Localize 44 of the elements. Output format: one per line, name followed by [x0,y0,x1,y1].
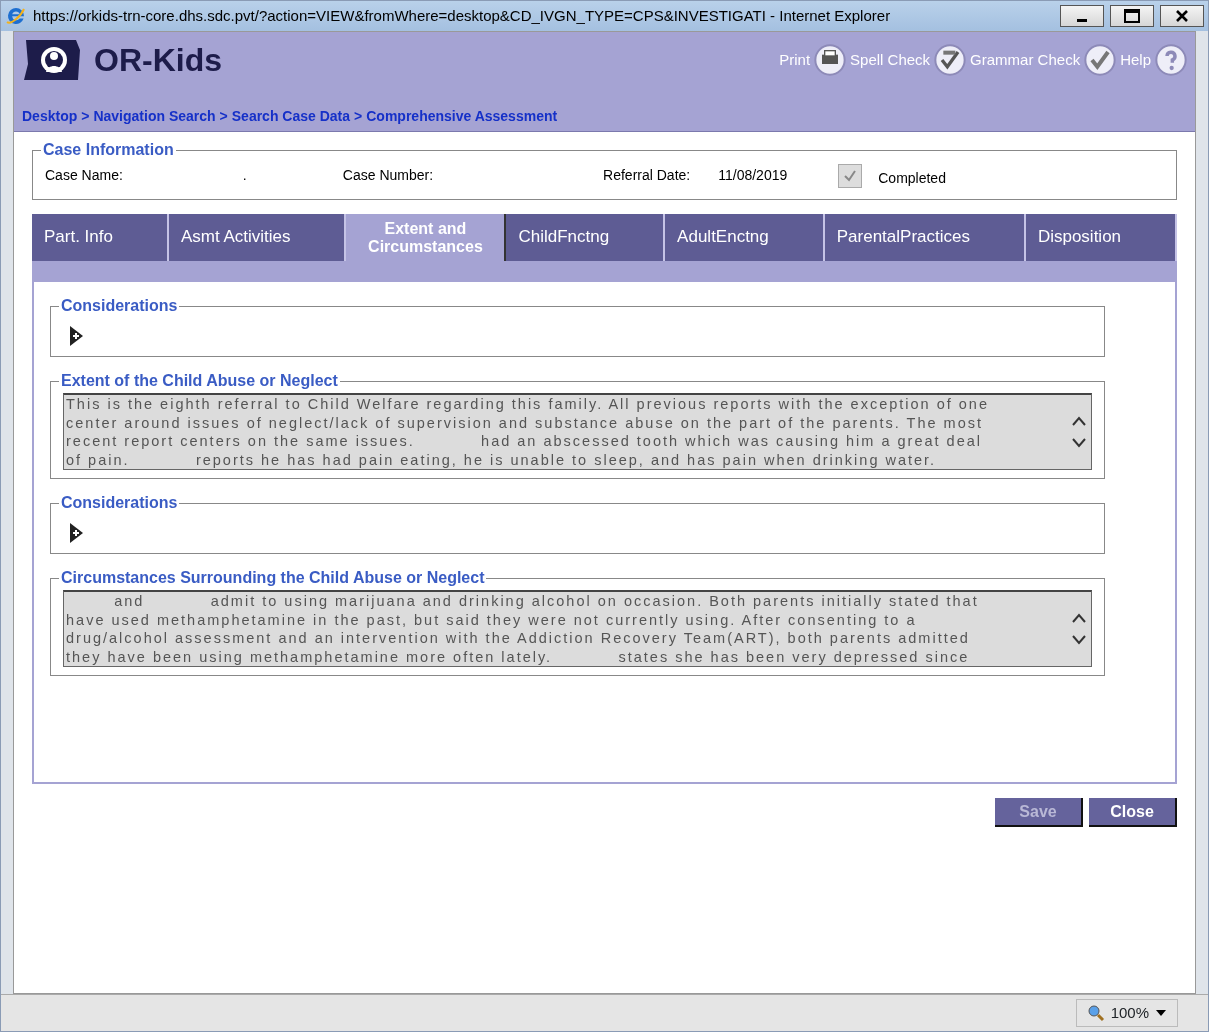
breadcrumb-link[interactable]: Navigation Search [93,106,216,127]
checkmark-icon [1084,44,1117,76]
breadcrumb-link[interactable]: Search Case Data [231,106,351,127]
field-label: Case Name: [45,166,123,185]
section-legend: Considerations [59,495,180,511]
browser-icon [5,5,27,27]
minimize-icon [1077,18,1087,22]
close-button[interactable] [1160,5,1204,27]
breadcrumb-link[interactable]: Comprehensive Assessment [366,106,558,127]
breadcrumb-separator: > [354,107,363,126]
field-value: 11/08/2019 [718,166,789,185]
scroll-up-icon[interactable] [1071,416,1087,426]
section-legend: Extent of the Child Abuse or Neglect [59,373,340,389]
help-icon [1155,44,1187,76]
expand-icon[interactable] [67,521,85,545]
section-legend: Case Information [41,142,176,158]
text-area[interactable]: and admit to using marijuana and drinking alcohol on occasion. Both parents initially stated that have used methamphetamine in the past, but said they were not currently using. After consenting to a drug/alcohol assessment and an intervention with the Addiction Recovery Team(ART), both parents admitted they have been using methamphetamine more often lately. states she has been very depressed since [63,590,1092,667]
maximize-button[interactable] [1110,5,1154,27]
dropdown-icon [1155,1009,1167,1017]
breadcrumb-separator: > [219,107,228,126]
window-title: https://orkids-trn-core.dhs.sdc.pvt/?action=VIEW&fromWhere=desktop&CD_IVGN_TYPE=CPS&INVESTIGATI - Internet Explorer [33,5,892,26]
field-value: . [242,166,248,185]
checkbox[interactable] [838,163,863,188]
scroll-down-icon[interactable] [1071,635,1087,645]
section-legend: Circumstances Surrounding the Child Abuse or Neglect [59,570,487,586]
checkbox-label: Completed [878,169,946,188]
field-label: Case Number: [342,166,434,185]
checkmark-icon [934,44,967,76]
field-label: Referral Date: [603,166,691,185]
breadcrumb-link[interactable]: Desktop [22,106,78,127]
magnifier-icon [1086,1004,1105,1022]
maximize-icon [1124,9,1140,23]
close-button[interactable]: Close [1089,798,1177,827]
scroll-up-icon[interactable] [1071,613,1087,623]
minimize-button[interactable] [1060,5,1104,27]
text-area[interactable]: This is the eighth referral to Child Welfare regarding this family. All previous reports with the exception of one center around issues of neglect/lack of supervision and substance abuse on the part of the parents. The most recent report centers on the same issues. had an abscessed tooth which was causing him a great deal of pain. reports he has had pain eating, he is unable to sleep, and has pain when drinking water. [63,393,1092,470]
section-legend: Considerations [59,298,180,314]
expand-icon[interactable] [67,324,85,348]
scroll-down-icon[interactable] [1071,438,1087,448]
app-title: OR-Kids [94,41,222,80]
close-icon [1175,9,1189,23]
printer-icon [814,44,847,76]
zoom-control[interactable]: 100% [1075,998,1178,1028]
breadcrumb-separator: > [81,107,90,126]
